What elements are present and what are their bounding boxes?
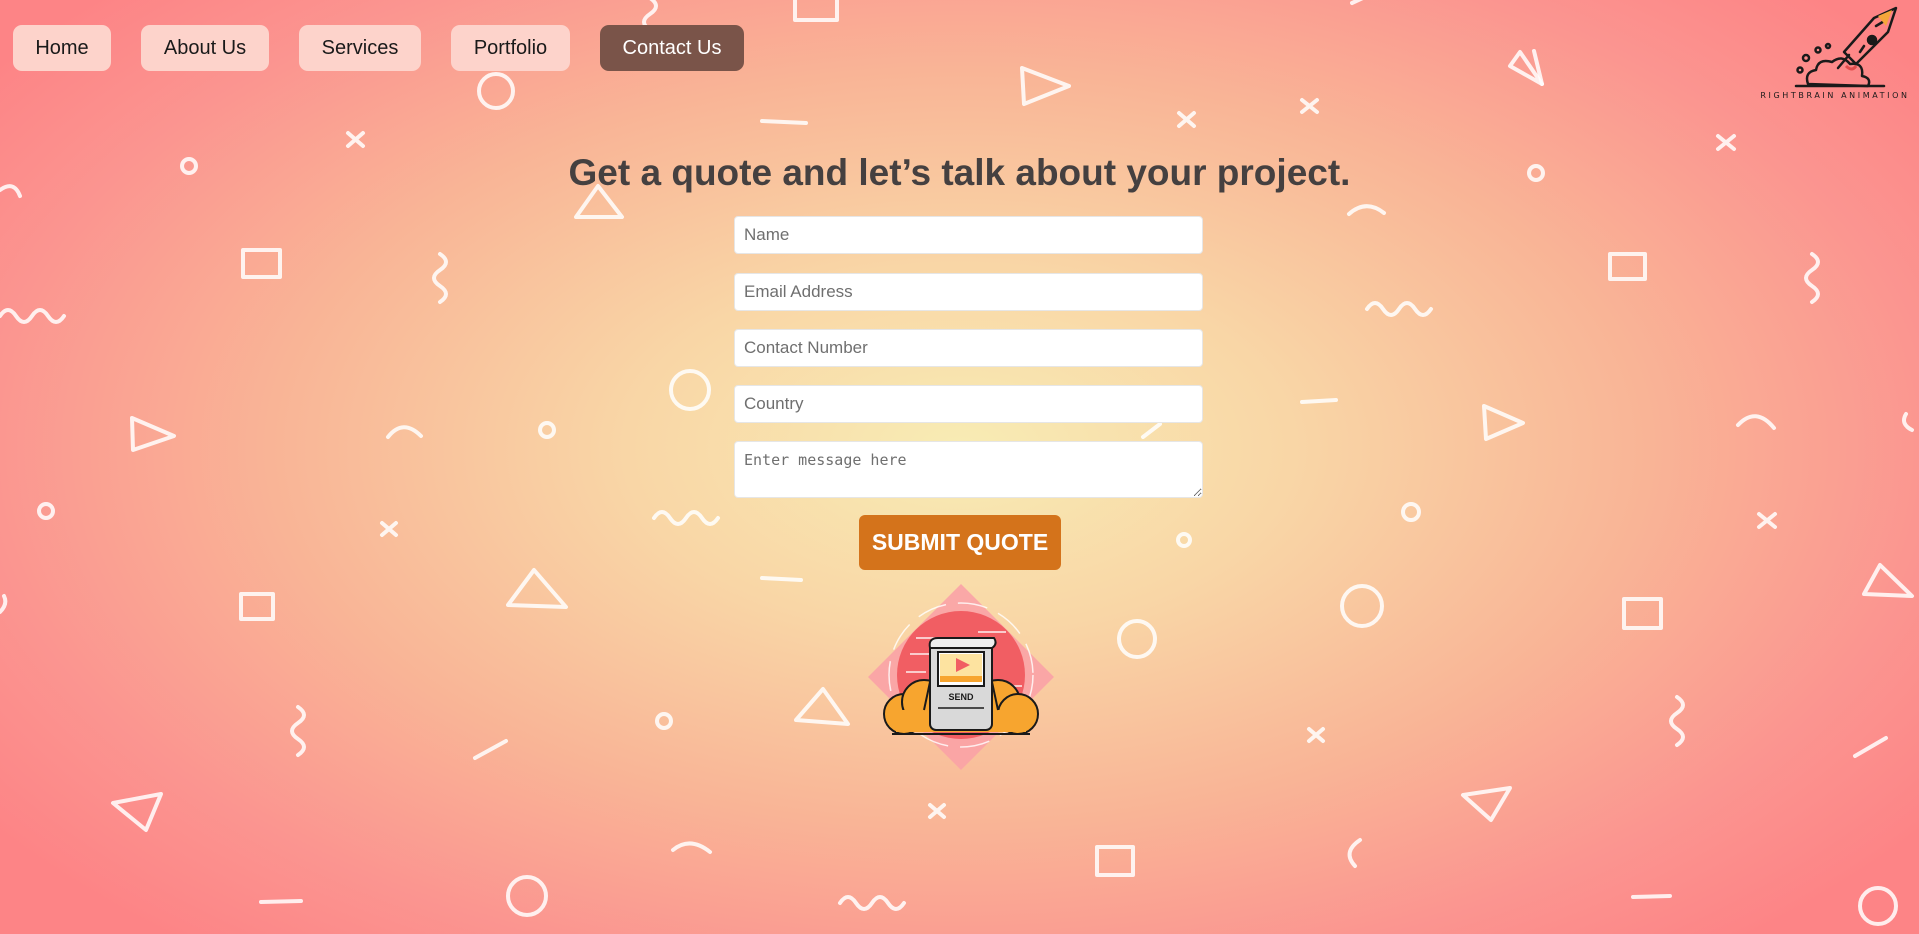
nav-portfolio[interactable]: Portfolio [451,25,570,71]
contact-number-field[interactable] [734,329,1203,367]
logo-text: RIGHTBRAIN ANIMATION [1760,91,1910,100]
nav-about-us[interactable]: About Us [141,25,269,71]
send-label: SEND [948,692,974,702]
send-cloud-icon: SEND [868,584,1054,770]
submit-quote-button[interactable]: SUBMIT QUOTE [859,515,1061,570]
nav-contact-us[interactable]: Contact Us [600,25,744,71]
nav-services[interactable]: Services [299,25,421,71]
email-field[interactable] [734,273,1203,311]
country-field[interactable] [734,385,1203,423]
page-title: Get a quote and let’s talk about your pr… [568,152,1351,193]
name-field[interactable] [734,216,1203,254]
nav-home[interactable]: Home [13,25,111,71]
message-field[interactable] [734,441,1203,498]
